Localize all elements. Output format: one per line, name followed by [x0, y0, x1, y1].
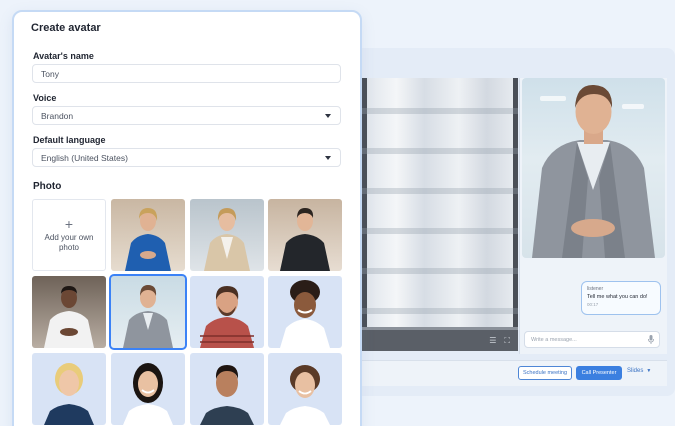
- video-progress-bar[interactable]: [362, 327, 518, 330]
- chat-message-text: Tell me what you can do!: [587, 294, 648, 300]
- schedule-meeting-button[interactable]: Schedule meeting: [518, 366, 572, 380]
- panel-title: Create avatar: [31, 22, 101, 34]
- avatar-photo-option-selected[interactable]: [109, 274, 187, 350]
- voice-value: Brandon: [41, 111, 74, 121]
- slides-dropdown[interactable]: Slides ▼: [627, 368, 651, 374]
- voice-label: Voice: [33, 93, 57, 103]
- slides-label: Slides: [627, 368, 644, 374]
- avatar-photo-option[interactable]: [32, 353, 106, 425]
- avatar-portrait: [280, 365, 330, 425]
- avatar-portrait: [280, 280, 330, 348]
- background-video: [362, 78, 518, 351]
- avatar-photo-option[interactable]: [268, 199, 342, 271]
- language-select[interactable]: English (United States): [32, 148, 341, 167]
- add-photo-button[interactable]: + Add your own photo: [32, 199, 106, 271]
- caption-icon[interactable]: ☰: [489, 336, 496, 345]
- avatar-portrait: [204, 208, 250, 271]
- photo-heading: Photo: [33, 181, 62, 192]
- plus-icon: +: [64, 216, 74, 232]
- avatar-portrait: [280, 208, 330, 271]
- avatar-portrait: [123, 285, 173, 348]
- name-label: Avatar's name: [33, 51, 94, 61]
- avatar-photo-option[interactable]: [111, 199, 185, 271]
- avatar-portrait: [123, 363, 173, 425]
- chevron-down-icon: [325, 156, 331, 160]
- call-presenter-button[interactable]: Call Presenter: [576, 366, 622, 380]
- voice-select[interactable]: Brandon: [32, 106, 341, 125]
- building-stripe: [362, 308, 518, 314]
- chat-message: listener Tell me what you can do! 00:17: [581, 281, 661, 315]
- building-stripe: [362, 268, 518, 274]
- avatar-name-value: Tony: [41, 69, 59, 79]
- chevron-down-icon: [325, 114, 331, 118]
- building-stripe: [362, 228, 518, 234]
- avatar-photo-option[interactable]: [190, 353, 264, 425]
- avatar-photo-option[interactable]: [111, 353, 185, 425]
- building-stripe: [362, 148, 518, 154]
- avatar-portrait: [125, 208, 171, 271]
- avatar-photo-option[interactable]: [32, 276, 106, 348]
- language-label: Default language: [33, 135, 106, 145]
- chat-timestamp: 00:17: [587, 302, 599, 307]
- message-input[interactable]: Write a message...: [524, 331, 660, 348]
- presenter-figure: [532, 84, 655, 258]
- avatar-photo-option[interactable]: [190, 199, 264, 271]
- avatar-portrait: [200, 286, 254, 348]
- microphone-icon[interactable]: [648, 335, 654, 344]
- avatar-name-input[interactable]: Tony: [32, 64, 341, 83]
- video-controls: ☰ ⛶: [362, 327, 518, 351]
- building-stripe: [362, 188, 518, 194]
- avatar-portrait: [44, 363, 94, 425]
- avatar-portrait: [44, 286, 94, 348]
- building-stripe: [362, 108, 518, 114]
- chevron-down-icon: ▼: [646, 368, 652, 374]
- fullscreen-icon[interactable]: ⛶: [504, 336, 510, 346]
- language-value: English (United States): [41, 153, 128, 163]
- avatar-photo-option[interactable]: [268, 276, 342, 348]
- avatar-portrait: [200, 365, 254, 425]
- chat-sender: listener: [587, 286, 604, 292]
- avatar-photo-option[interactable]: [268, 353, 342, 425]
- add-photo-label: Add your own photo: [44, 233, 94, 252]
- presenter-video: [522, 78, 665, 258]
- avatar-photo-option[interactable]: [190, 276, 264, 348]
